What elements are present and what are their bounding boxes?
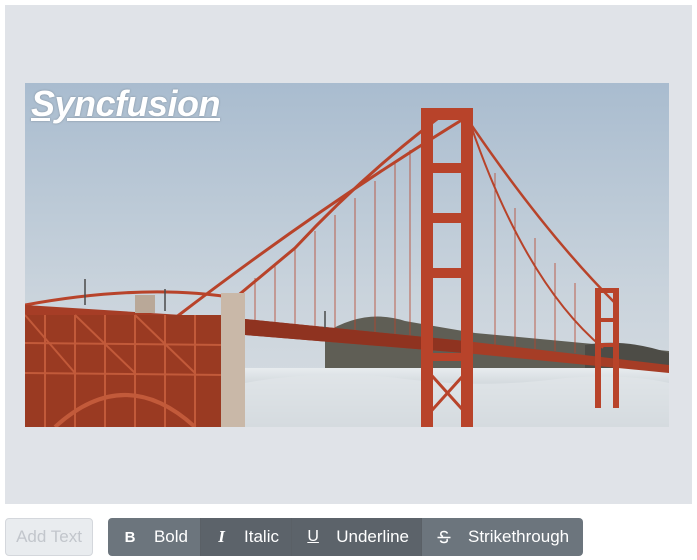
italic-button[interactable]: I Italic xyxy=(200,518,291,556)
bridge-photo-svg xyxy=(25,83,669,427)
strikethrough-label: Strikethrough xyxy=(468,527,570,546)
text-format-button-group: B Bold I Italic U Underline Strikethroug… xyxy=(108,518,583,556)
bold-label: Bold xyxy=(153,527,188,546)
bridge-image[interactable]: Syncfusion xyxy=(25,83,669,427)
underline-button[interactable]: U Underline xyxy=(291,518,421,556)
italic-label: Italic xyxy=(244,527,279,546)
overlay-text-annotation[interactable]: Syncfusion xyxy=(31,83,221,125)
toolbar: Add Text B Bold I Italic U Underline Str… xyxy=(0,517,697,557)
underline-label: Underline xyxy=(336,527,409,546)
bold-icon: B xyxy=(124,528,136,546)
italic-icon: I xyxy=(218,527,225,546)
strikethrough-button[interactable]: Strikethrough xyxy=(421,518,583,556)
image-editor-canvas[interactable]: Syncfusion xyxy=(5,5,692,504)
bold-button[interactable]: B Bold xyxy=(108,518,200,556)
add-text-button[interactable]: Add Text xyxy=(5,518,93,556)
underline-icon: U xyxy=(307,528,319,545)
strikethrough-icon xyxy=(436,527,452,547)
